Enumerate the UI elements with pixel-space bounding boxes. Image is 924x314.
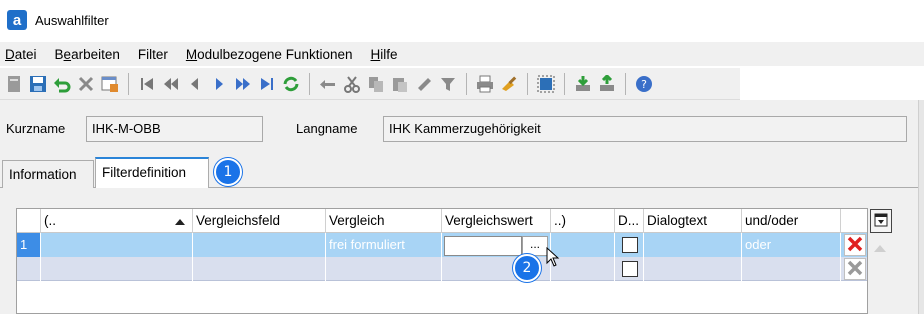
header-vergleichsfeld[interactable]: Vergleichsfeld [193,209,326,233]
delete-row-button[interactable] [844,234,866,256]
toolbar-separator [625,72,626,95]
column-chooser-icon [874,213,888,230]
help-icon[interactable]: ? [633,73,655,95]
cell-open-paren[interactable] [41,233,193,257]
header-und-oder[interactable]: und/oder [742,209,841,233]
ellipsis-button[interactable]: ... [522,236,548,256]
annotation-badge-2: 2 [513,254,541,282]
delete-row-button[interactable] [844,258,866,280]
toolbar-separator [128,72,129,95]
row-number [17,257,41,281]
stamp-icon[interactable] [413,73,435,95]
header-action [841,209,867,233]
toolbar-separator [309,72,310,95]
last-record-icon[interactable] [256,73,278,95]
import-icon[interactable] [572,73,594,95]
dialog-checkbox[interactable] [622,237,638,253]
cell-close-paren[interactable] [551,257,615,281]
column-chooser-button[interactable] [870,209,892,233]
toolbar-separator [564,72,565,95]
cell-und-oder[interactable] [742,257,841,281]
header-dialog[interactable]: D... [615,209,644,233]
cell-vergleich[interactable]: frei formuliert [326,233,442,257]
grid-scrollbar[interactable] [868,233,894,314]
toolbar-separator [466,72,467,95]
kurzname-field[interactable]: IHK-M-OBB [86,116,263,142]
langname-field[interactable]: IHK Kammerzugehörigkeit [383,116,907,142]
header-vergleichswert[interactable]: Vergleichswert [442,209,551,233]
copy-icon[interactable] [365,73,387,95]
next-page-icon[interactable] [232,73,254,95]
cell-close-paren[interactable] [551,233,615,257]
print-icon[interactable] [474,73,496,95]
undo-icon[interactable] [51,73,73,95]
filter-icon[interactable] [437,73,459,95]
annotation-badge-1: 1 [214,158,242,186]
back-arrow-icon[interactable] [317,73,339,95]
row-number: 1 [17,233,41,257]
document-icon[interactable] [3,73,25,95]
mouse-cursor-icon [546,246,560,270]
header-rownum [17,209,41,233]
scroll-up-icon[interactable] [873,241,887,256]
paste-icon[interactable] [389,73,411,95]
menu-filter[interactable]: Filter [137,47,180,62]
grid-header: (.. Vergleichsfeld Vergleich Vergleichsw… [17,209,867,233]
menu-datei[interactable]: Datei [4,47,49,62]
cell-vergleichsfeld[interactable] [193,233,326,257]
previous-page-icon[interactable] [160,73,182,95]
delete-icon[interactable] [75,73,97,95]
table-row[interactable] [17,257,867,281]
vergleichswert-input[interactable] [444,236,522,256]
previous-record-icon[interactable] [184,73,206,95]
filter-grid: (.. Vergleichsfeld Vergleich Vergleichsw… [16,208,868,314]
dialog-checkbox[interactable] [622,261,638,277]
refresh-icon[interactable] [280,73,302,95]
cell-dialogtext[interactable] [644,233,742,257]
properties-icon[interactable] [99,73,121,95]
delete-x-icon [847,260,863,279]
cell-vergleichsfeld[interactable] [193,257,326,281]
app-icon: a [7,10,27,30]
cell-vergleich[interactable] [326,257,442,281]
export-icon[interactable] [596,73,618,95]
header-dialogtext[interactable]: Dialogtext [644,209,742,233]
sort-ascending-icon [175,214,185,229]
select-area-icon[interactable] [535,73,557,95]
toolbar: ? [0,68,740,100]
header-open-paren[interactable]: (.. [41,209,193,233]
next-record-icon[interactable] [208,73,230,95]
delete-x-icon [847,236,863,255]
cell-dialogtext[interactable] [644,257,742,281]
toolbar-separator [527,72,528,95]
cell-und-oder[interactable]: oder [742,233,841,257]
toolbar-empty-area [740,68,924,100]
menu-bearbeiten[interactable]: Bearbeiten [54,47,132,62]
langname-label: Langname [296,121,358,136]
window-title: Auswahlfilter [35,12,109,28]
menu-bar: Datei Bearbeiten Filter Modulbezogene Fu… [0,42,924,66]
header-close-paren[interactable]: ..) [551,209,615,233]
first-record-icon[interactable] [136,73,158,95]
clear-icon[interactable] [498,73,520,95]
kurzname-label: Kurzname [6,121,66,136]
cut-icon[interactable] [341,73,363,95]
title-bar: a Auswahlfilter [0,0,924,40]
header-vergleich[interactable]: Vergleich [326,209,442,233]
save-icon[interactable] [27,73,49,95]
menu-hilfe[interactable]: Hilfe [370,47,410,62]
menu-modulbezogene-funktionen[interactable]: Modulbezogene Funktionen [185,47,365,62]
cell-open-paren[interactable] [41,257,193,281]
tab-information[interactable]: Information [2,160,94,188]
window-scrollbar[interactable] [918,100,924,314]
svg-text:?: ? [641,78,647,91]
table-row[interactable]: 1 frei formuliert ... oder [17,233,867,257]
tab-filterdefinition[interactable]: Filterdefinition [95,157,209,188]
